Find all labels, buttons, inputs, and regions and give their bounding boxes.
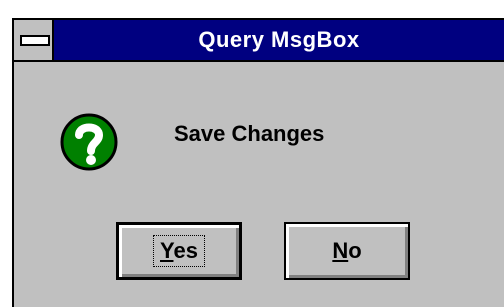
question-icon: [60, 113, 118, 171]
focus-rect: Yes: [153, 235, 205, 267]
yes-button[interactable]: Yes: [116, 222, 242, 280]
yes-label-rest: es: [173, 238, 198, 263]
query-msgbox-window: Query MsgBox Save Changes Yes No: [12, 18, 504, 307]
yes-mnemonic: Y: [160, 238, 174, 263]
no-label-rest: o: [348, 238, 362, 263]
no-mnemonic: N: [332, 238, 349, 263]
window-title: Query MsgBox: [198, 27, 360, 52]
message-text: Save Changes: [174, 121, 325, 146]
system-menu-icon: [20, 35, 50, 46]
title-bar[interactable]: Query MsgBox: [14, 20, 504, 62]
no-button[interactable]: No: [284, 222, 410, 280]
system-menu-button[interactable]: [14, 20, 54, 60]
